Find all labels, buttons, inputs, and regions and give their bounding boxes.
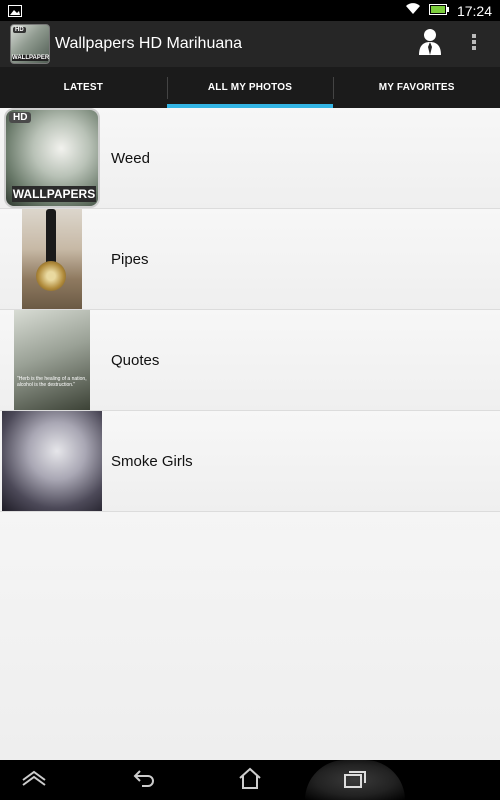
app-icon[interactable]: HD WALLPAPERS [10, 24, 50, 64]
collapse-button[interactable] [4, 760, 64, 800]
list-item-label: Quotes [111, 351, 160, 369]
list-item-weed[interactable]: HD WALLPAPERS Weed [0, 108, 500, 209]
category-list: HD WALLPAPERS Weed Pipes "Herb is the he… [0, 108, 500, 512]
navigation-bar [0, 760, 500, 800]
list-item-quotes[interactable]: "Herb is the healing of a nation, alcoho… [0, 310, 500, 411]
wifi-icon [405, 2, 421, 20]
list-item-label: Weed [111, 149, 150, 167]
pipes-thumbnail-image [22, 209, 82, 309]
back-button[interactable] [114, 760, 174, 800]
thumbnail [0, 209, 103, 309]
home-button[interactable] [220, 760, 280, 800]
home-icon [238, 767, 262, 794]
more-vertical-icon [471, 33, 477, 56]
smoke-girls-thumbnail-image [2, 411, 102, 511]
thumbnail-hd-label: HD [9, 112, 32, 123]
overflow-menu-button[interactable] [454, 21, 494, 67]
thumbnail [0, 411, 103, 511]
recent-apps-button[interactable] [325, 760, 385, 800]
list-item-smoke-girls[interactable]: Smoke Girls [0, 411, 500, 512]
recent-apps-icon [343, 768, 367, 793]
profile-button[interactable] [406, 21, 454, 67]
app-icon-wallpapers-label: WALLPAPERS [12, 55, 50, 61]
tab-latest[interactable]: LATEST [0, 67, 167, 108]
app-icon-hd-label: HD [13, 27, 26, 33]
tab-my-favorites[interactable]: MY FAVORITES [333, 67, 500, 108]
empty-list-area [0, 512, 500, 760]
quote-text: "Herb is the healing of a nation, alcoho… [17, 376, 87, 388]
status-bar: 17:24 [0, 0, 500, 21]
chevron-up-icon [21, 769, 47, 792]
action-bar: HD WALLPAPERS Wallpapers HD Marihuana [0, 21, 500, 67]
list-item-pipes[interactable]: Pipes [0, 209, 500, 310]
thumbnail-wallpapers-label: WALLPAPERS [12, 186, 96, 202]
tab-bar: LATEST ALL MY PHOTOS MY FAVORITES [0, 67, 500, 108]
pipe-bowl-shape [36, 261, 66, 291]
battery-icon [428, 2, 449, 20]
thumbnail: "Herb is the healing of a nation, alcoho… [0, 310, 103, 410]
thumbnail: HD WALLPAPERS [0, 108, 103, 208]
person-icon [418, 28, 442, 61]
app-title: Wallpapers HD Marihuana [55, 35, 243, 52]
clock: 17:24 [456, 3, 492, 19]
list-item-label: Pipes [111, 250, 149, 268]
back-icon [132, 768, 156, 793]
tab-all-my-photos[interactable]: ALL MY PHOTOS [166, 67, 334, 108]
image-notification-icon [8, 4, 22, 22]
quotes-thumbnail-image: "Herb is the healing of a nation, alcoho… [14, 310, 90, 410]
weed-thumbnail-image: HD WALLPAPERS [4, 108, 100, 208]
list-item-label: Smoke Girls [111, 452, 193, 470]
